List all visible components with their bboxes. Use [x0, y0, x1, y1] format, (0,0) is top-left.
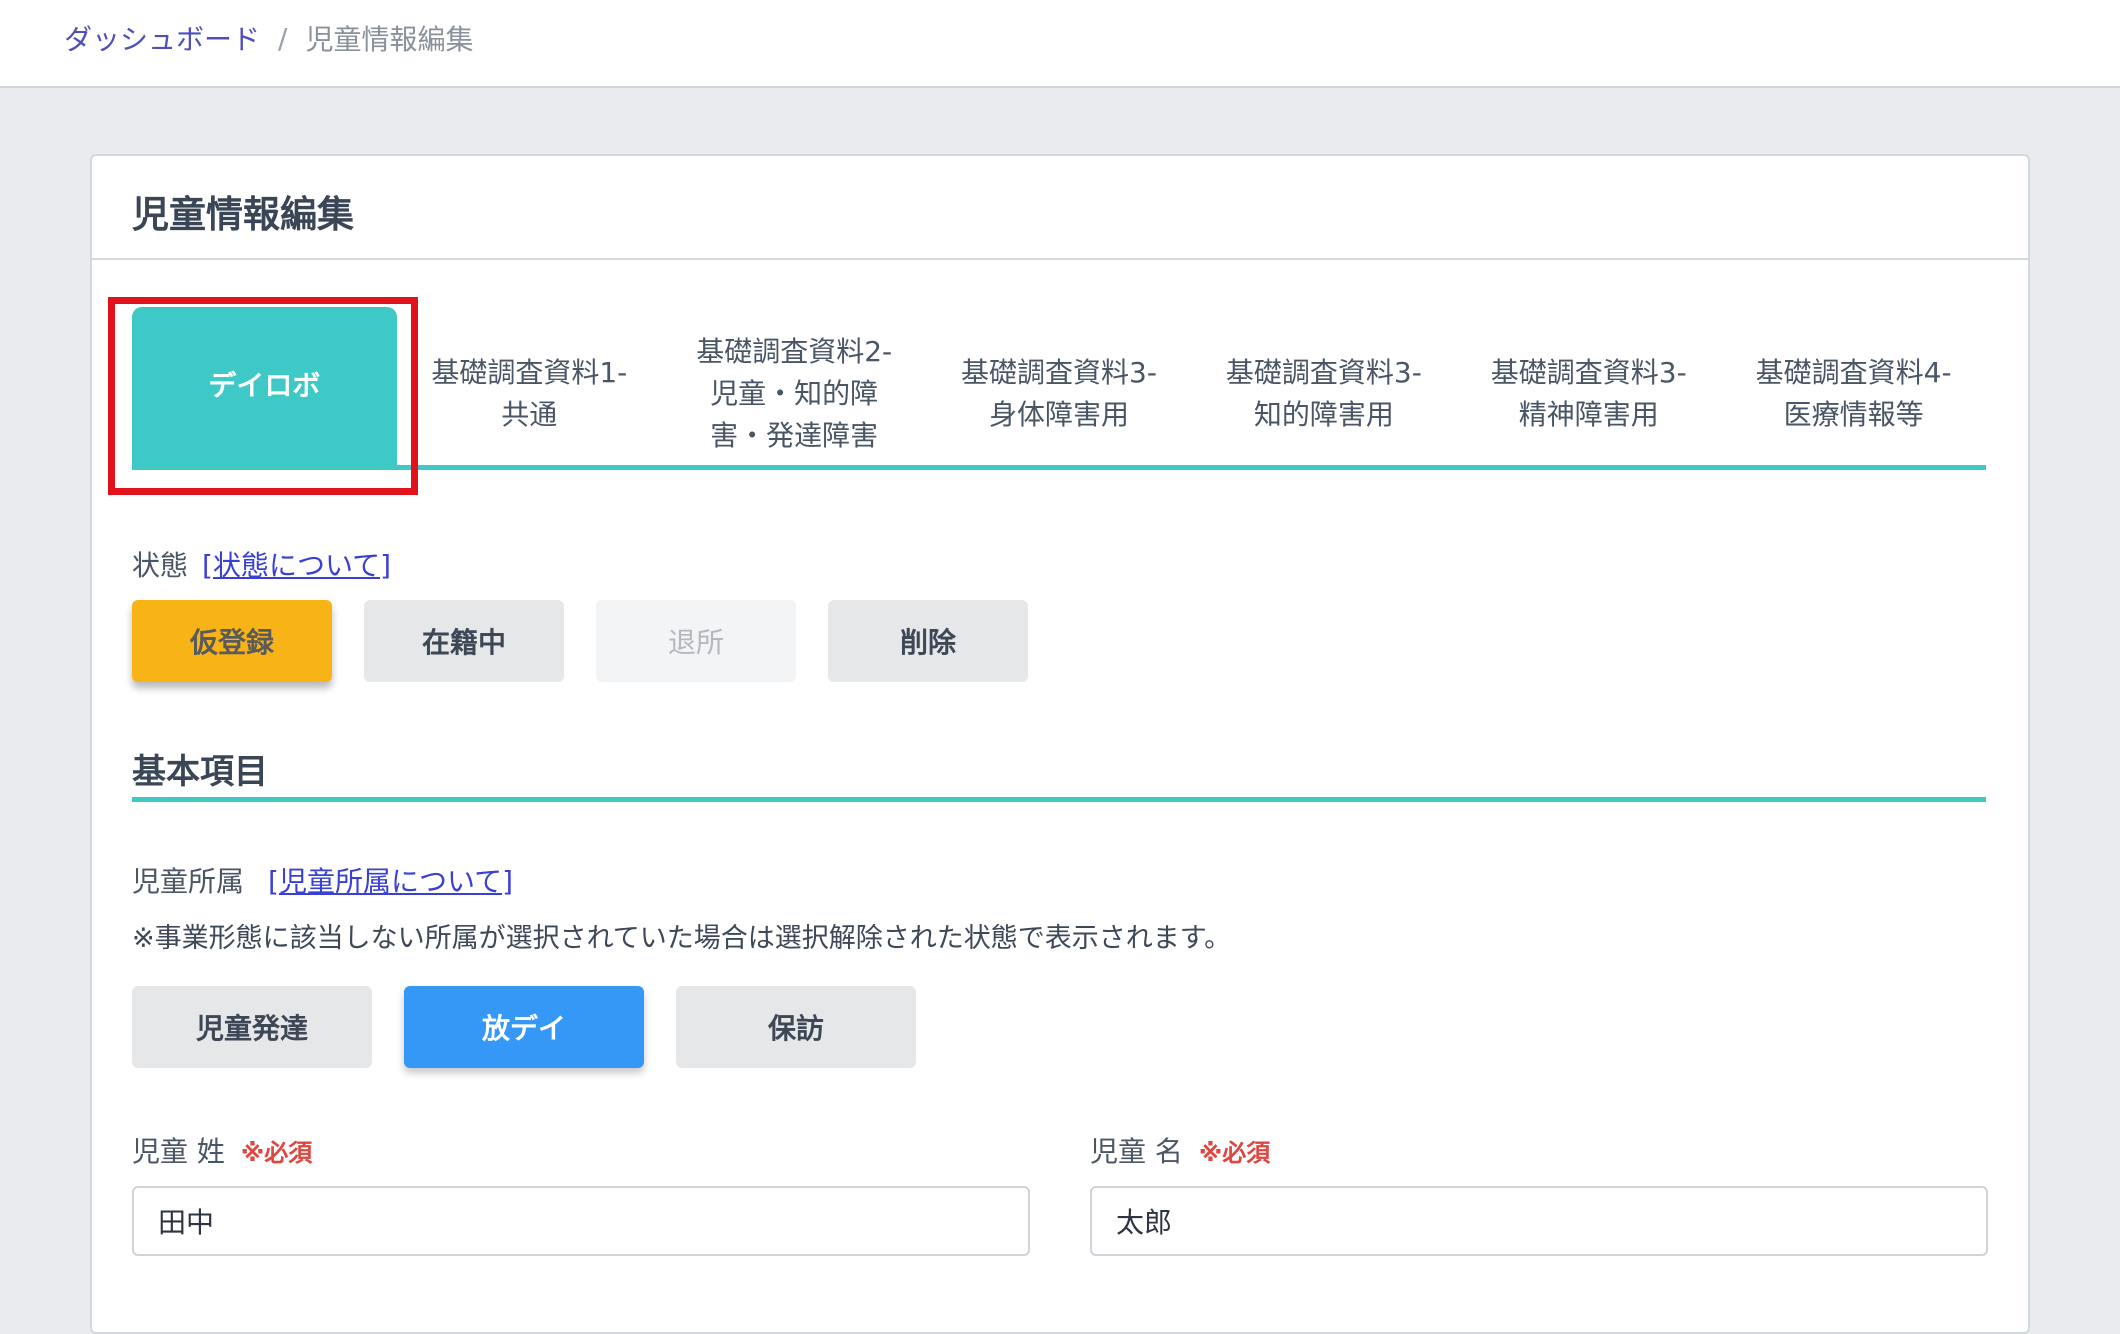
tab-label: 基礎調査資料4- 医療情報等	[1755, 355, 1952, 431]
status-help-link[interactable]: [状態について]	[202, 549, 391, 582]
tab-bar: デイロボ 基礎調査資料1- 共通 基礎調査資料2- 児童・知的障 害・発達障害 …	[132, 307, 1986, 470]
card-header: 児童情報編集	[92, 156, 2028, 260]
affiliation-note: ※事業形態に該当しない所属が選択されていた場合は選択解除された状態で表示されます…	[132, 923, 1232, 954]
status-delete-button[interactable]: 削除	[828, 600, 1028, 682]
child-edit-card: 児童情報編集 デイロボ 基礎調査資料1- 共通 基礎調査資料2- 児童・知的障 …	[90, 154, 2030, 1334]
tab-label: 基礎調査資料2- 児童・知的障 害・発達障害	[696, 334, 893, 452]
first-name-input[interactable]	[1090, 1186, 1988, 1256]
affiliation-help-link[interactable]: [児童所属について]	[268, 865, 513, 898]
status-provisional-button[interactable]: 仮登録	[132, 600, 332, 682]
affiliation-child-development-button[interactable]: 児童発達	[132, 986, 372, 1068]
breadcrumb: ダッシュボード / 児童情報編集	[64, 18, 473, 58]
status-withdrawn-button: 退所	[596, 600, 796, 682]
tab-basic-survey-1[interactable]: 基礎調査資料1- 共通	[397, 322, 662, 465]
required-badge: ※必須	[1198, 1139, 1271, 1167]
basic-items-heading: 基本項目	[132, 752, 268, 792]
last-name-label-row: 児童 姓 ※必須	[132, 1130, 312, 1170]
tab-basic-survey-4-medical[interactable]: 基礎調査資料4- 医療情報等	[1721, 322, 1986, 465]
tab-label: 基礎調査資料3- 知的障害用	[1225, 355, 1422, 431]
breadcrumb-current: 児童情報編集	[305, 23, 474, 56]
affiliation-label-row: 児童所属 [児童所属について]	[132, 860, 513, 900]
tab-label: デイロボ	[208, 369, 321, 402]
tab-basic-survey-3-physical[interactable]: 基礎調査資料3- 身体障害用	[927, 322, 1192, 465]
required-badge: ※必須	[240, 1139, 313, 1167]
status-label: 状態	[132, 549, 189, 582]
last-name-label: 児童 姓	[132, 1135, 225, 1168]
page-title: 児童情報編集	[132, 193, 354, 236]
affiliation-nursery-visit-button[interactable]: 保訪	[676, 986, 916, 1068]
tab-label: 基礎調査資料1- 共通	[431, 355, 628, 431]
status-enrolled-button[interactable]: 在籍中	[364, 600, 564, 682]
tab-basic-survey-3-mental[interactable]: 基礎調査資料3- 精神障害用	[1456, 322, 1721, 465]
first-name-label: 児童 名	[1090, 1135, 1183, 1168]
top-bar: ダッシュボード / 児童情報編集	[0, 0, 2120, 88]
tab-dayrobo[interactable]: デイロボ	[132, 307, 397, 465]
last-name-input[interactable]	[132, 1186, 1030, 1256]
tab-basic-survey-2[interactable]: 基礎調査資料2- 児童・知的障 害・発達障害	[662, 322, 927, 465]
tab-basic-survey-3-intellectual[interactable]: 基礎調査資料3- 知的障害用	[1191, 322, 1456, 465]
breadcrumb-dashboard-link[interactable]: ダッシュボード	[64, 18, 260, 58]
tab-label: 基礎調査資料3- 精神障害用	[1490, 355, 1687, 431]
tab-label: 基礎調査資料3- 身体障害用	[961, 355, 1157, 431]
basic-items-divider	[132, 797, 1986, 802]
status-label-row: 状態 [状態について]	[132, 544, 391, 584]
affiliation-after-school-button[interactable]: 放デイ	[404, 986, 644, 1068]
breadcrumb-separator: /	[278, 21, 288, 55]
first-name-label-row: 児童 名 ※必須	[1090, 1130, 1270, 1170]
affiliation-label: 児童所属	[132, 865, 245, 898]
